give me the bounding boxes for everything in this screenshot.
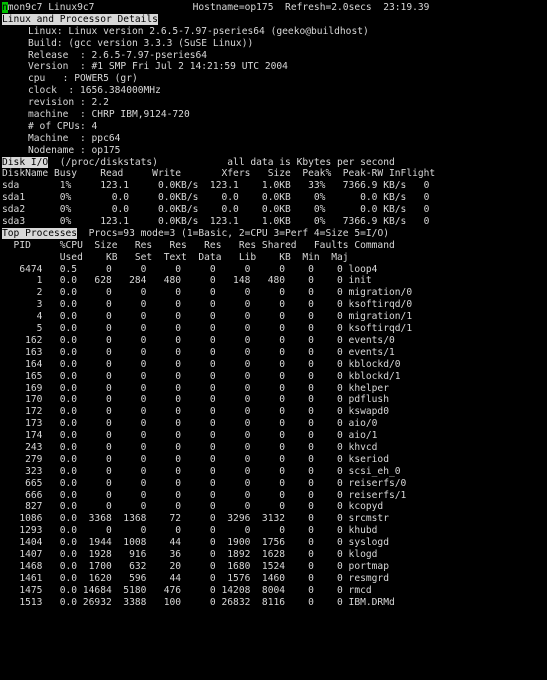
disk-table-header: DiskName Busy Read Write Xfers Size Peak… (2, 168, 436, 180)
process-row: 1086 0.0 3368 1368 72 0 3296 3132 0 0 sr… (2, 513, 389, 525)
process-row: 173 0.0 0 0 0 0 0 0 0 0 aio/0 (2, 418, 378, 430)
procs-table-header-2: Used KB Set Text Data Lib KB Min Maj (2, 251, 349, 263)
process-row: 174 0.0 0 0 0 0 0 0 0 0 aio/1 (2, 430, 378, 442)
linux-details: Linux: Linux version 2.6.5-7.97-pseries6… (0, 26, 547, 157)
terminal-window[interactable]: nmon9c7 Linux9c7 Hostname=op175 Refresh=… (0, 0, 547, 680)
disk-table: sda 1% 123.1 0.0KB/s 123.1 1.0KB 33% 736… (0, 180, 547, 228)
process-row: 4 0.0 0 0 0 0 0 0 0 0 migration/1 (2, 311, 413, 323)
disk-section-info: (/proc/diskstats) all data is Kbytes per… (48, 156, 395, 168)
process-row: 170 0.0 0 0 0 0 0 0 0 0 pdflush (2, 394, 389, 406)
linux-detail-line: Build: (gcc version 3.3.3 (SuSE Linux)) (28, 37, 254, 49)
process-row: 2 0.0 0 0 0 0 0 0 0 0 migration/0 (2, 287, 413, 299)
linux-detail-line: clock : 1656.384000MHz (28, 85, 161, 97)
process-row: 1407 0.0 1928 916 36 0 1892 1628 0 0 klo… (2, 548, 378, 560)
procs-section-title: Top Processes (2, 227, 78, 239)
process-row: 163 0.0 0 0 0 0 0 0 0 0 events/1 (2, 346, 395, 358)
linux-detail-line: # of CPUs: 4 (28, 120, 98, 132)
process-row: 1513 0.0 26932 3388 100 0 26832 8116 0 0… (2, 596, 395, 608)
disk-row: sda2 0% 0.0 0.0KB/s 0.0 0.0KB 0% 0.0 KB/… (2, 204, 430, 216)
process-row: 827 0.0 0 0 0 0 0 0 0 0 kcopyd (2, 501, 384, 513)
disk-row: sda1 0% 0.0 0.0KB/s 0.0 0.0KB 0% 0.0 KB/… (2, 192, 430, 204)
disk-row: sda3 0% 123.1 0.0KB/s 123.1 1.0KB 0% 736… (2, 216, 430, 228)
host-refresh-clock: Hostname=op175 Refresh=2.0secs 23:19.39 (192, 2, 430, 13)
procs-section-header: Top Processes Procs=93 mode=3 (1=Basic, … (0, 227, 547, 240)
process-table: 6474 0.5 0 0 0 0 0 0 0 0 loop4 1 0.0 628… (0, 264, 547, 609)
title-bar: nmon9c7 Linux9c7 Hostname=op175 Refresh=… (0, 2, 547, 14)
process-row: 323 0.0 0 0 0 0 0 0 0 0 scsi_eh_0 (2, 465, 401, 477)
process-row: 6474 0.5 0 0 0 0 0 0 0 0 loop4 (2, 263, 378, 275)
process-row: 1 0.0 628 284 480 0 148 480 0 0 init (2, 275, 372, 287)
app-title: mon9c7 Linux9c7 (7, 2, 95, 13)
process-row: 665 0.0 0 0 0 0 0 0 0 0 reiserfs/0 (2, 477, 407, 489)
process-row: 3 0.0 0 0 0 0 0 0 0 0 ksoftirqd/0 (2, 299, 413, 311)
linux-detail-line: Version : #1 SMP Fri Jul 2 14:21:59 UTC … (28, 61, 288, 73)
process-row: 666 0.0 0 0 0 0 0 0 0 0 reiserfs/1 (2, 489, 407, 501)
linux-section-title: Linux and Processor Details (2, 13, 158, 25)
process-row: 1468 0.0 1700 632 20 0 1680 1524 0 0 por… (2, 560, 389, 572)
process-row: 169 0.0 0 0 0 0 0 0 0 0 khelper (2, 382, 389, 394)
linux-detail-line: Linux: Linux version 2.6.5-7.97-pseries6… (28, 25, 369, 37)
linux-detail-line: revision : 2.2 (28, 97, 109, 109)
process-row: 165 0.0 0 0 0 0 0 0 0 0 kblockd/1 (2, 370, 401, 382)
process-row: 279 0.0 0 0 0 0 0 0 0 0 kseriod (2, 453, 389, 465)
process-row: 172 0.0 0 0 0 0 0 0 0 0 kswapd0 (2, 406, 389, 418)
disk-row: sda 1% 123.1 0.0KB/s 123.1 1.0KB 33% 736… (2, 180, 430, 192)
linux-detail-line: cpu : POWER5 (gr) (28, 73, 138, 85)
linux-section-header: Linux and Processor Details (0, 13, 547, 26)
process-row: 1293 0.0 0 0 0 0 0 0 0 0 khubd (2, 525, 378, 537)
process-row: 164 0.0 0 0 0 0 0 0 0 0 kblockd/0 (2, 358, 401, 370)
linux-detail-line: Release : 2.6.5-7.97-pseries64 (28, 49, 208, 61)
process-row: 243 0.0 0 0 0 0 0 0 0 0 khvcd (2, 441, 378, 453)
linux-detail-line: Nodename : op175 (28, 144, 121, 156)
process-row: 1475 0.0 14684 5180 476 0 14208 8004 0 0… (2, 584, 372, 596)
disk-section-title: Disk I/O (2, 156, 49, 168)
disk-section-header: Disk I/O (/proc/diskstats) all data is K… (0, 156, 547, 169)
linux-detail-line: Machine : ppc64 (28, 132, 121, 144)
process-row: 1461 0.0 1620 596 44 0 1576 1460 0 0 res… (2, 572, 389, 584)
procs-section-info: Procs=93 mode=3 (1=Basic, 2=CPU 3=Perf 4… (77, 227, 389, 239)
procs-table-header-1: PID %CPU Size Res Res Res Res Shared Fau… (2, 239, 395, 251)
process-row: 5 0.0 0 0 0 0 0 0 0 0 ksoftirqd/1 (2, 323, 413, 335)
linux-detail-line: machine : CHRP IBM,9124-720 (28, 109, 190, 121)
process-row: 162 0.0 0 0 0 0 0 0 0 0 events/0 (2, 334, 395, 346)
process-row: 1404 0.0 1944 1008 44 0 1900 1756 0 0 sy… (2, 537, 389, 549)
